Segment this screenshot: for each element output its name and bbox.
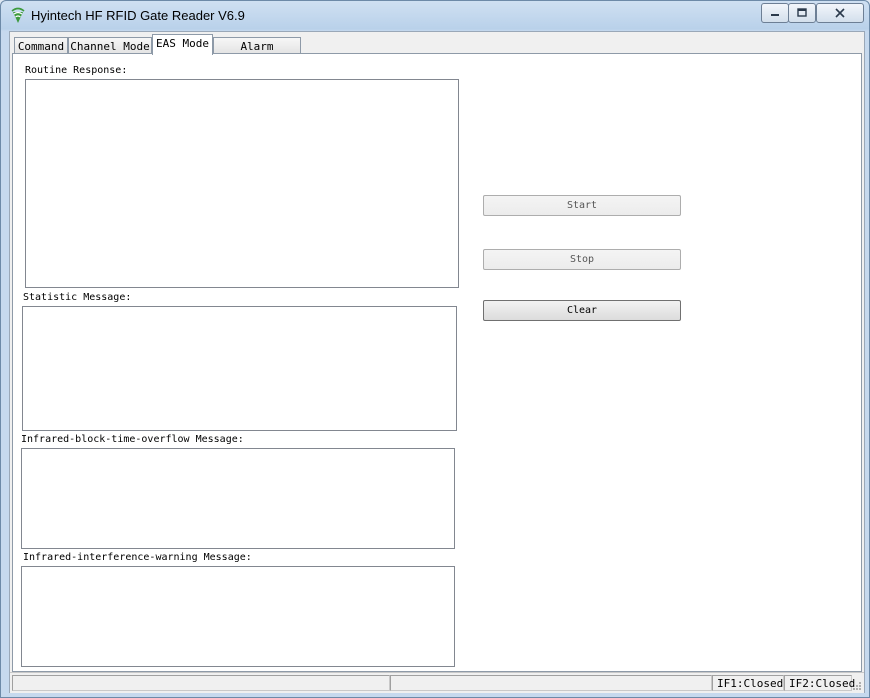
maximize-icon [789,4,815,22]
status-bar: IF1:Closed IF2:Closed [10,672,864,693]
tab-eas-mode[interactable]: EAS Mode [152,34,213,55]
tab-command[interactable]: Command [14,37,68,54]
infrared-interference-textbox[interactable] [21,566,455,667]
status-panel-2 [390,675,712,691]
maximize-button[interactable] [788,3,816,23]
window-title: Hyintech HF RFID Gate Reader V6.9 [31,8,245,23]
app-window: Hyintech HF RFID Gate Reader V6.9 Comman… [0,0,870,698]
infrared-block-label: Infrared-block-time-overflow Message: [21,434,244,445]
stop-button[interactable]: Stop [483,249,681,270]
infrared-block-textbox[interactable] [21,448,455,549]
tab-channel-mode[interactable]: Channel Mode [68,37,152,54]
statistic-message-label: Statistic Message: [23,292,132,303]
routine-response-textbox[interactable] [25,79,459,288]
clear-button[interactable]: Clear [483,300,681,321]
rfid-signal-icon [11,7,25,23]
start-button[interactable]: Start [483,195,681,216]
minimize-icon [762,4,788,22]
client-area: Command Channel Mode EAS Mode Alarm Sett… [9,31,865,693]
close-button[interactable] [816,3,864,23]
resize-grip-icon[interactable] [852,681,862,691]
status-panel-1 [12,675,390,691]
close-icon [817,4,863,22]
if1-status: IF1:Closed [712,675,784,691]
infrared-interference-label: Infrared-interference-warning Message: [23,552,252,563]
routine-response-label: Routine Response: [25,65,128,76]
tab-alarm-setting[interactable]: Alarm Setting [213,37,301,70]
if2-status: IF2:Closed [784,675,855,691]
statistic-message-textbox[interactable] [22,306,457,431]
eas-mode-panel: Routine Response: Statistic Message: Inf… [12,53,862,672]
minimize-button[interactable] [761,3,789,23]
